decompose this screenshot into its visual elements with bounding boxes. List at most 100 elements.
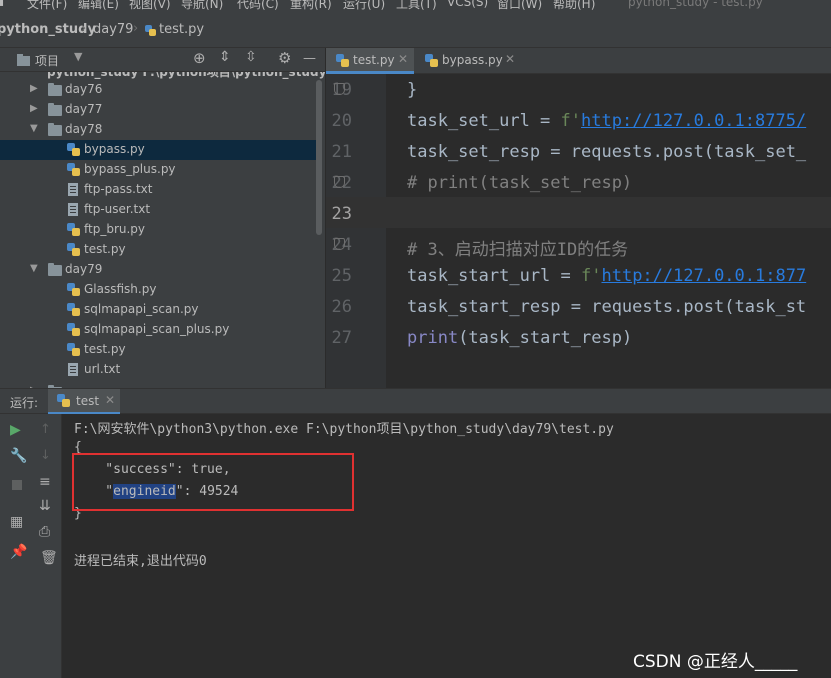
tree-file-ftp-bru[interactable]: ftp_bru.py — [0, 220, 318, 240]
code-editor[interactable]: } task_set_url = f'http://127.0.0.1:8775… — [386, 74, 831, 388]
menu-navigate[interactable]: 导航(N) — [181, 0, 223, 12]
trash-icon[interactable]: 🗑 — [40, 550, 58, 568]
expand-all-icon[interactable]: ⇕ — [219, 49, 231, 65]
tree-file-test-day79[interactable]: test.py — [0, 340, 318, 360]
line-number: 25 — [331, 266, 352, 286]
menu-help[interactable]: 帮助(H) — [553, 0, 595, 12]
chevron-down-icon[interactable]: ▼ — [30, 263, 38, 274]
tree-item-label: test.py — [84, 242, 126, 256]
chevron-down-icon[interactable]: ▼ — [30, 123, 38, 134]
close-icon[interactable]: ✕ — [398, 52, 408, 66]
folder-icon — [48, 103, 62, 116]
menu-edit[interactable]: 编辑(E) — [78, 0, 119, 12]
code-string: f' — [581, 266, 602, 286]
fold-marker-icon[interactable] — [334, 238, 345, 250]
minimize-icon[interactable]: — — [303, 51, 316, 66]
code-url[interactable]: http://127.0.0.1:8775/ — [581, 111, 806, 131]
code-line-22: # print(task_set_resp) — [407, 173, 633, 193]
project-scrollbar[interactable] — [316, 80, 322, 235]
tree-folder-day78[interactable]: ▼ day78 — [0, 120, 318, 140]
breadcrumb-separator: › — [81, 21, 87, 36]
arrow-down-icon[interactable]: ↓ — [40, 448, 58, 466]
python-file-icon — [67, 323, 80, 336]
code-line-26: task_start_resp = requests.post(task_st — [407, 297, 807, 317]
tree-file-sqlmapapi-scan[interactable]: sqlmapapi_scan.py — [0, 300, 318, 320]
tree-folder-day76[interactable]: ▶ day76 — [0, 80, 318, 100]
layout-icon[interactable]: ▦ — [10, 514, 28, 532]
tree-item-label: day77 — [65, 102, 103, 116]
stop-icon[interactable] — [12, 480, 22, 490]
tree-item-label: day79 — [65, 262, 103, 276]
line-number: 20 — [331, 111, 352, 131]
code-line-27: print(task_start_resp) — [407, 328, 632, 348]
line-number: 26 — [331, 297, 352, 317]
tree-file-glassfish[interactable]: Glassfish.py — [0, 280, 318, 300]
code-token: task_start_url = — [407, 266, 581, 286]
python-file-icon — [67, 343, 80, 356]
menu-tools[interactable]: 工具(T) — [396, 0, 437, 12]
current-line-highlight — [386, 197, 831, 228]
python-file-icon — [67, 223, 80, 236]
tree-folder-day77[interactable]: ▶ day77 — [0, 100, 318, 120]
code-url[interactable]: http://127.0.0.1:877 — [601, 266, 806, 286]
tree-item-label: sqlmapapi_scan_plus.py — [84, 322, 230, 336]
python-file-icon — [67, 283, 80, 296]
close-icon[interactable]: ✕ — [105, 393, 115, 407]
soft-wrap-icon[interactable]: ≡ — [39, 474, 57, 492]
highlight-box — [72, 453, 354, 511]
python-file-icon — [67, 243, 80, 256]
menu-code[interactable]: 代码(C) — [237, 0, 279, 12]
breadcrumb-folder[interactable]: day79 — [93, 22, 133, 37]
project-root-row[interactable]: python_study F:\python项目\python_study — [47, 72, 325, 80]
print-icon[interactable]: ⎙ — [39, 524, 57, 542]
code-line-19: } — [407, 80, 418, 100]
folder-icon — [48, 83, 62, 96]
chevron-right-icon[interactable]: ▶ — [30, 83, 38, 94]
scroll-to-end-icon[interactable]: ⇊ — [39, 498, 57, 516]
menu-window[interactable]: 窗口(W) — [497, 0, 542, 12]
tree-file-bypass-plus[interactable]: bypass_plus.py — [0, 160, 318, 180]
line-number: 21 — [331, 142, 352, 162]
arrow-up-icon[interactable]: ↑ — [40, 422, 58, 440]
fold-marker-icon[interactable] — [334, 83, 345, 95]
gear-icon[interactable]: ⚙ — [278, 49, 291, 67]
menu-vcs[interactable]: VCS(S) — [447, 0, 488, 9]
pin-icon[interactable]: 📌 — [10, 544, 28, 562]
project-panel-title[interactable]: 项目 — [35, 52, 59, 69]
tree-file-url[interactable]: url.txt — [0, 360, 318, 380]
tree-file-sqlmapapi-scan-plus[interactable]: sqlmapapi_scan_plus.py — [0, 320, 318, 340]
chevron-right-icon[interactable]: ▶ — [30, 103, 38, 114]
run-tab-test[interactable]: test ✕ — [48, 389, 120, 415]
python-file-icon — [425, 54, 438, 67]
menu-file[interactable]: 文件(F) — [27, 0, 67, 12]
console-command-line: F:\网安软件\python3\python.exe F:\python项目\p… — [74, 422, 614, 437]
close-icon[interactable]: ✕ — [505, 52, 515, 66]
wrench-icon[interactable]: 🔧 — [10, 448, 28, 466]
project-panel-header: 项目 ▼ ⊕ ⇕ ⇳ ⚙ — — [0, 48, 325, 72]
rerun-icon[interactable]: ▶ — [10, 422, 28, 440]
collapse-all-icon[interactable]: ⇳ — [245, 49, 257, 65]
fold-marker-icon[interactable] — [334, 176, 345, 188]
tree-file-ftp-user[interactable]: ftp-user.txt — [0, 200, 318, 220]
locate-icon[interactable]: ⊕ — [193, 49, 206, 67]
python-file-icon — [145, 25, 156, 36]
tree-file-ftp-pass[interactable]: ftp-pass.txt — [0, 180, 318, 200]
tab-bypass-py[interactable]: bypass.py ✕ — [416, 48, 526, 74]
breadcrumb-file[interactable]: test.py — [159, 22, 204, 37]
menu-run[interactable]: 运行(U) — [343, 0, 385, 12]
tree-folder-day79[interactable]: ▼ day79 — [0, 260, 318, 280]
menu-view[interactable]: 视图(V) — [129, 0, 171, 12]
tree-item-label: ftp-pass.txt — [84, 182, 153, 196]
menu-refactor[interactable]: 重构(R) — [290, 0, 332, 12]
tree-file-test-day78[interactable]: test.py — [0, 240, 318, 260]
chevron-down-icon[interactable]: ▼ — [74, 50, 82, 63]
tab-test-py[interactable]: test.py ✕ — [326, 48, 414, 74]
run-toolbar: ▶ ↑ 🔧 ↓ ≡ ⇊ ▦ ⎙ 📌 🗑 — [0, 414, 62, 678]
tree-item-label: ftp_bru.py — [84, 222, 146, 236]
tree-file-bypass[interactable]: bypass.py — [0, 140, 318, 160]
tree-item-label: day76 — [65, 82, 103, 96]
tab-label: bypass.py — [442, 53, 503, 67]
project-tree: python_study F:\python项目\python_study ▶ … — [0, 72, 325, 388]
code-line-24: # 3、启动扫描对应ID的任务 — [407, 240, 629, 260]
tab-label: test.py — [353, 53, 395, 67]
